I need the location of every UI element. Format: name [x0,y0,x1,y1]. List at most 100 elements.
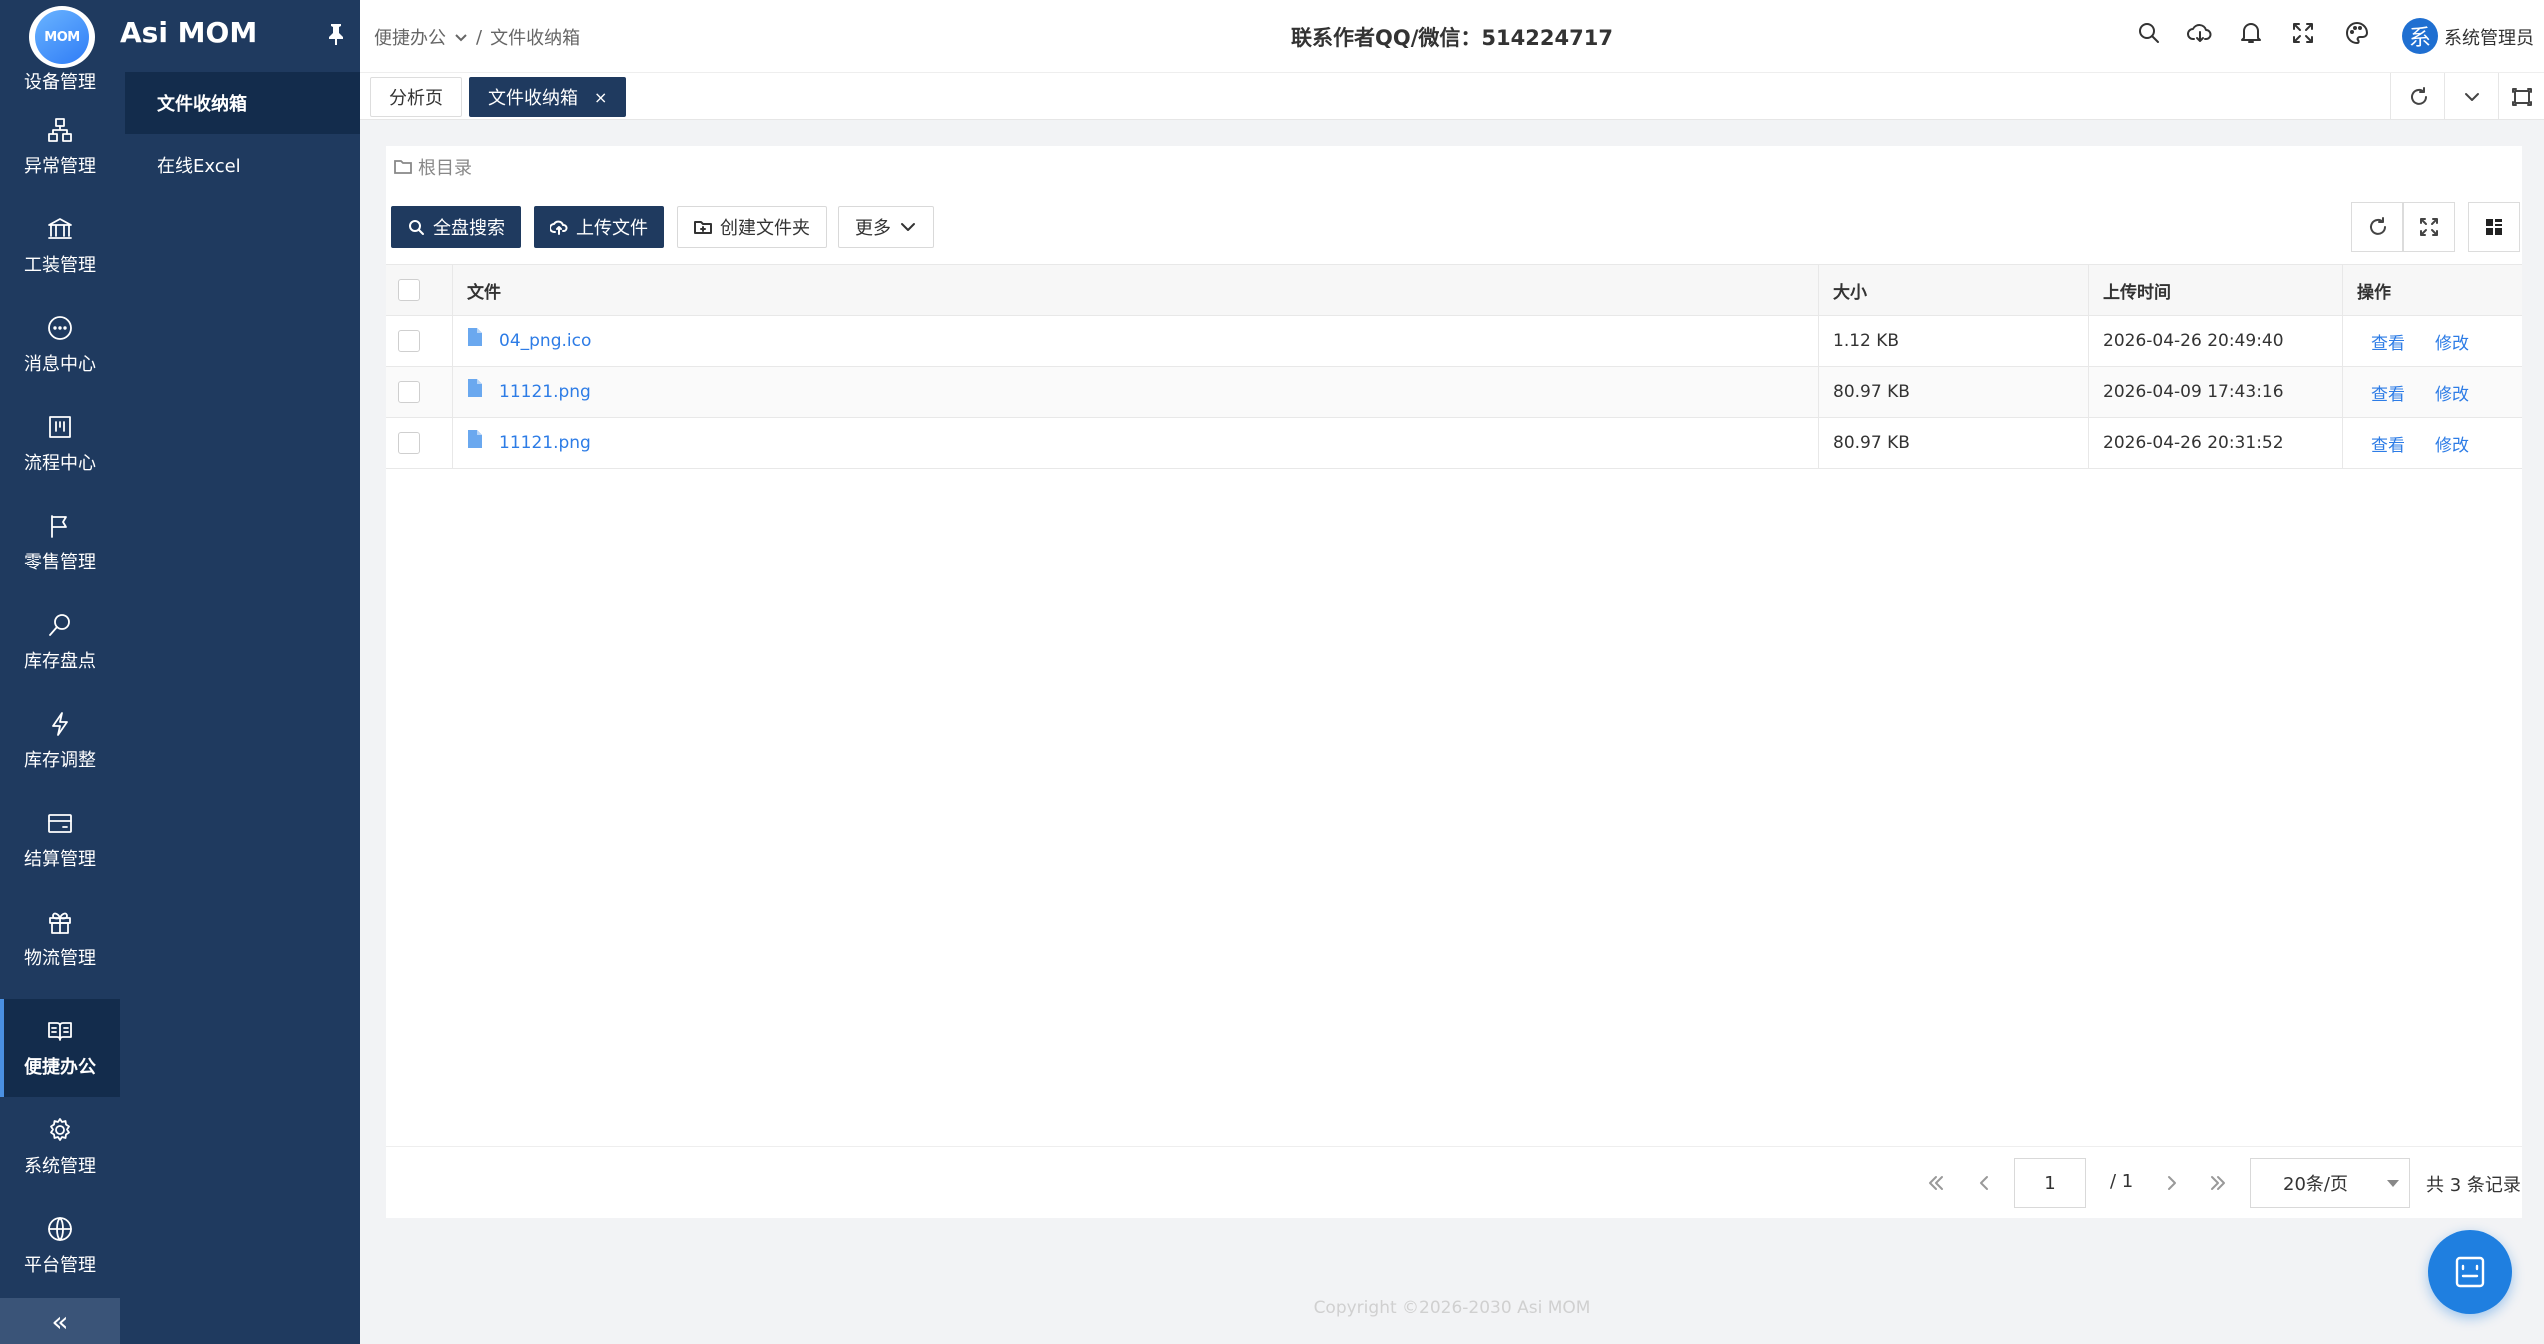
file-size-cell: 80.97 KB [1818,367,2086,417]
file-size-cell: 80.97 KB [1818,418,2086,468]
file-name-cell: 11121.png [452,418,1818,468]
maximize-content-button[interactable] [2498,73,2544,120]
row-checkbox[interactable] [398,381,420,403]
nav-item-workflow[interactable]: 流程中心 [0,395,120,493]
first-page-button[interactable] [1922,1169,1950,1197]
column-header-size[interactable]: 大小 [1818,265,2086,315]
actions-cell: 查看 修改 [2342,316,2522,366]
tab-label: 文件收纳箱 [488,88,578,109]
close-icon[interactable]: × [594,88,607,107]
assistant-button[interactable] [2428,1230,2512,1314]
folder-icon [394,160,412,174]
tab-file-box[interactable]: 文件收纳箱 × [469,77,627,117]
wallet-icon [48,814,72,833]
nav-item-settlement[interactable]: 结算管理 [0,791,120,889]
nav-item-inventory-count[interactable]: 库存盘点 [0,593,120,691]
robot-icon [2455,1256,2485,1288]
view-link[interactable]: 查看 [2371,431,2405,456]
edit-link[interactable]: 修改 [2435,329,2469,354]
column-header-upload-time[interactable]: 上传时间 [2088,265,2340,315]
button-label: 上传文件 [576,218,648,239]
row-select-cell [398,316,438,366]
table-row: 11121.png 80.97 KB 2026-04-26 20:31:52 查… [386,418,2522,469]
pin-icon[interactable] [325,22,347,46]
theme-palette-icon[interactable] [2344,20,2374,50]
cloud-download-icon[interactable] [2187,20,2217,50]
chevron-down-icon [2464,92,2479,101]
nav-item-platform[interactable]: 平台管理 [0,1197,120,1295]
fullscreen-table-button[interactable] [2403,202,2455,252]
file-name-link[interactable]: 11121.png [499,433,591,453]
collapse-sidebar-button[interactable]: « [0,1298,120,1344]
refresh-icon [2410,86,2427,105]
bell-icon[interactable] [2238,20,2268,50]
maximize-icon [2511,87,2532,106]
cloud-upload-icon [550,220,568,235]
upload-file-button[interactable]: 上传文件 [534,206,664,248]
table-row: 04_png.ico 1.12 KB 2026-04-26 20:49:40 查… [386,316,2522,367]
nav-item-equipment[interactable]: 设备管理 [0,68,120,94]
view-toggle-button[interactable] [2468,202,2520,252]
nav-item-exception[interactable]: 异常管理 [0,98,120,196]
column-header-file[interactable]: 文件 [452,265,1292,315]
nav-label: 系统管理 [24,1156,96,1177]
nav-label: 异常管理 [24,156,96,177]
double-chevron-left-icon [1929,1176,1943,1190]
create-folder-button[interactable]: 创建文件夹 [677,206,827,248]
page-number-input[interactable] [2014,1158,2086,1208]
sitemap-icon [48,118,72,142]
table-header-row: 文件 大小 上传时间 操作 [386,265,2522,316]
root-directory[interactable]: 根目录 [394,154,472,180]
edit-link[interactable]: 修改 [2435,431,2469,456]
view-link[interactable]: 查看 [2371,329,2405,354]
icon-rail: MOM 设备管理 异常管理 工装管理 消息中心 流程中心 零售管理 库存盘点 库… [0,0,120,1344]
user-name[interactable]: 系统管理员 [2444,24,2534,50]
tab-menu-button[interactable] [2444,73,2498,120]
nav-item-logistics[interactable]: 物流管理 [0,890,120,988]
upload-time-cell: 2026-04-26 20:49:40 [2088,316,2340,366]
refresh-icon [2370,217,2386,235]
nav-item-messages[interactable]: 消息中心 [0,296,120,394]
file-size-cell: 1.12 KB [1818,316,2086,366]
page-size-select[interactable]: 20条/页 [2250,1158,2410,1208]
tab-analysis[interactable]: 分析页 [370,77,462,117]
submenu-item-file-box[interactable]: 文件收纳箱 [125,72,360,134]
prev-page-button[interactable] [1970,1169,1998,1197]
message-icon [48,316,72,340]
file-name-link[interactable]: 11121.png [499,382,591,402]
breadcrumb-current: 文件收纳箱 [490,28,581,49]
flag-icon [51,515,67,538]
last-page-button[interactable] [2204,1169,2232,1197]
refresh-tab-button[interactable] [2390,73,2444,120]
file-icon [467,378,483,398]
edit-link[interactable]: 修改 [2435,380,2469,405]
next-page-button[interactable] [2158,1169,2186,1197]
refresh-button[interactable] [2351,202,2403,252]
nav-label: 便捷办公 [24,1057,96,1078]
select-all-checkbox[interactable] [398,279,420,301]
nav-label: 工装管理 [24,255,96,276]
breadcrumb-item[interactable]: 便捷办公 [374,24,446,50]
more-button[interactable]: 更多 [838,206,934,248]
nav-item-inventory-adjust[interactable]: 库存调整 [0,692,120,790]
nav-item-system[interactable]: 系统管理 [0,1098,120,1196]
file-name-cell: 04_png.ico [452,316,1818,366]
column-header-actions: 操作 [2342,265,2522,315]
fullscreen-icon [2420,218,2438,236]
row-checkbox[interactable] [398,330,420,352]
view-link[interactable]: 查看 [2371,380,2405,405]
nav-item-tooling[interactable]: 工装管理 [0,197,120,295]
top-header: 便捷办公 / 文件收纳箱 联系作者QQ/微信：514224717 系 系统管理员 [360,0,2544,72]
global-search-button[interactable]: 全盘搜索 [391,206,521,248]
submenu-item-online-excel[interactable]: 在线Excel [125,134,360,196]
row-checkbox[interactable] [398,432,420,454]
nav-item-retail[interactable]: 零售管理 [0,494,120,592]
file-icon [467,429,483,449]
avatar[interactable]: 系 [2402,18,2438,54]
breadcrumb-separator: / [476,26,483,48]
search-icon[interactable] [2136,20,2166,50]
folder-add-icon [694,221,712,234]
file-name-link[interactable]: 04_png.ico [499,331,591,351]
nav-item-office[interactable]: 便捷办公 [0,999,120,1097]
fullscreen-icon[interactable] [2290,20,2320,50]
